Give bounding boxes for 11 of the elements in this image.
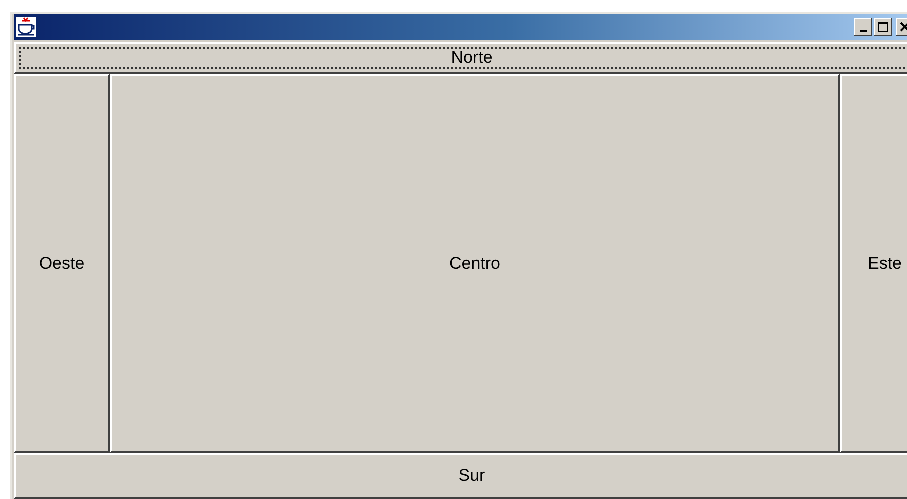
minimize-button[interactable] xyxy=(854,18,872,36)
west-button[interactable]: Oeste xyxy=(14,74,110,453)
minimize-icon xyxy=(860,30,866,32)
cup-icon xyxy=(16,17,36,37)
maximize-button[interactable] xyxy=(874,18,892,36)
north-button[interactable]: Norte xyxy=(14,42,907,74)
center-button[interactable]: Centro xyxy=(110,74,840,453)
maximize-icon xyxy=(878,22,888,32)
close-icon xyxy=(900,22,907,32)
east-button[interactable]: Este xyxy=(840,74,907,453)
south-button[interactable]: Sur xyxy=(14,453,907,499)
